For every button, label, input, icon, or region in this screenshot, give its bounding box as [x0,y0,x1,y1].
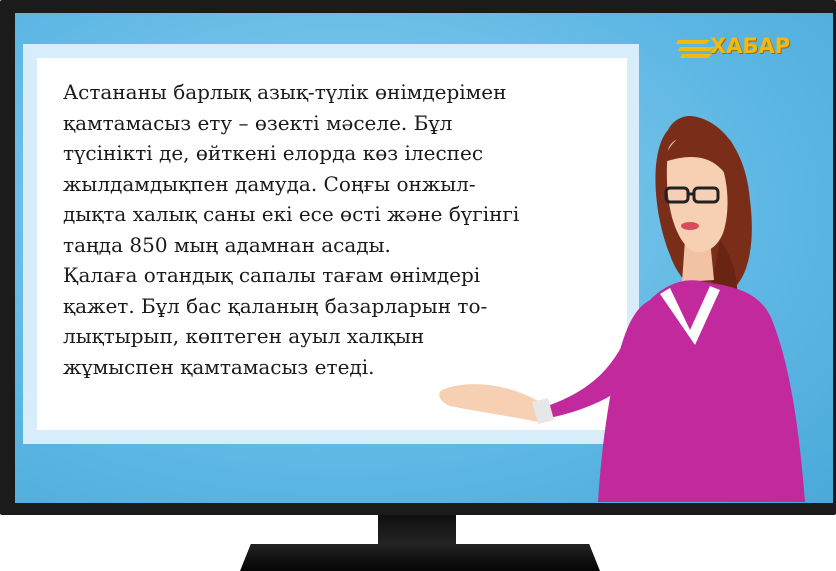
tv-stand-base [240,544,600,571]
tv-stand-neck [378,515,456,547]
channel-logo: ХАБАР [676,34,816,64]
channel-logo-text: ХАБАР [710,34,791,58]
presenter-hand [439,384,544,422]
presenter-illustration [439,116,805,502]
